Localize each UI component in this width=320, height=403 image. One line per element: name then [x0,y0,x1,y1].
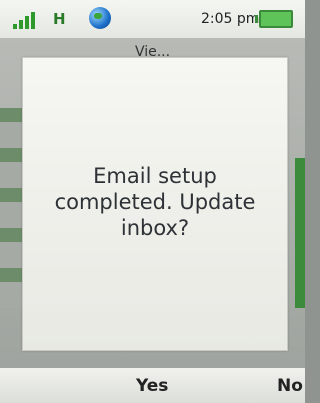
internet-globe-icon [89,7,111,29]
background-list-edge [0,108,22,308]
confirm-dialog: Email setup completed. Update inbox? [22,57,288,351]
clock: 2:05 pm [201,11,260,27]
battery-icon [255,10,293,28]
signal-strength-icon [13,9,41,29]
yes-softkey[interactable]: Yes [136,376,168,396]
background-scrollbar [295,158,305,308]
network-type-icon: H [53,10,66,28]
status-bar: H 2:05 pm [0,0,305,38]
dialog-message: Email setup completed. Update inbox? [54,164,256,240]
softkey-bar: Yes No [0,368,305,403]
no-softkey[interactable]: No [277,376,303,396]
